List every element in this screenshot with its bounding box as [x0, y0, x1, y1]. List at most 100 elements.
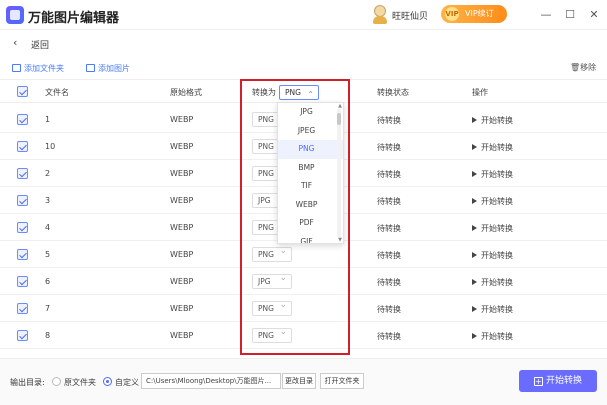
format-option[interactable]: WEBP	[278, 196, 343, 215]
row-checkbox[interactable]	[17, 249, 28, 260]
format-option[interactable]: PNG	[278, 140, 343, 159]
play-icon	[472, 306, 477, 312]
row-filename: 5	[45, 250, 51, 259]
remove-button[interactable]: 🗑移除	[570, 62, 596, 73]
row-start-button[interactable]: 开始转换	[472, 142, 513, 153]
select-all-checkbox[interactable]	[17, 86, 28, 97]
source-folder-radio[interactable]	[52, 377, 61, 386]
row-checkbox[interactable]	[17, 168, 28, 179]
format-option[interactable]: BMP	[278, 159, 343, 178]
row-filename: 7	[45, 304, 51, 313]
image-plus-icon	[86, 64, 95, 72]
back-arrow-icon[interactable]: ‹	[13, 36, 17, 49]
scroll-up-icon[interactable]: ▲	[338, 103, 342, 109]
row-status: 待转换	[377, 224, 401, 233]
row-status: 待转换	[377, 143, 401, 152]
table-row[interactable]: 7 WEBP PNG 待转换 开始转换	[0, 295, 607, 322]
output-dir-label: 输出目录:	[10, 378, 45, 387]
row-checkbox[interactable]	[17, 276, 28, 287]
username[interactable]: 旺旺仙贝	[392, 9, 428, 22]
convert-icon: +	[533, 377, 543, 386]
row-checkbox[interactable]	[17, 141, 28, 152]
row-filename: 10	[45, 142, 56, 151]
table-row[interactable]: 8 WEBP PNG 待转换 开始转换	[0, 322, 607, 349]
format-option[interactable]: TIF	[278, 177, 343, 196]
row-start-button[interactable]: 开始转换	[472, 277, 513, 288]
start-all-button[interactable]: + 开始转换	[519, 370, 597, 392]
row-orig-format: WEBP	[170, 196, 194, 205]
add-image-button[interactable]: 添加图片	[86, 62, 130, 76]
row-format-select[interactable]: PNG	[252, 326, 292, 343]
scroll-down-icon[interactable]: ▼	[338, 237, 342, 243]
change-dir-button[interactable]: 更改目录	[282, 373, 316, 389]
row-filename: 2	[45, 169, 51, 178]
convert-all-format-select[interactable]: PNG	[279, 85, 319, 101]
row-filename: 6	[45, 277, 51, 286]
row-orig-format: WEBP	[170, 169, 194, 178]
row-start-button[interactable]: 开始转换	[472, 250, 513, 261]
open-folder-button[interactable]: 打开文件夹	[320, 373, 364, 389]
row-start-button[interactable]: 开始转换	[472, 196, 513, 207]
col-status: 转换状态	[377, 88, 409, 97]
format-option[interactable]: PDF	[278, 214, 343, 233]
play-icon	[472, 333, 477, 339]
back-button[interactable]: 返回	[31, 38, 49, 51]
folder-plus-icon	[12, 64, 21, 72]
play-icon	[472, 225, 477, 231]
dropdown-scrollbar[interactable]	[337, 109, 341, 237]
row-checkbox[interactable]	[17, 114, 28, 125]
custom-folder-label[interactable]: 自定义	[115, 377, 139, 388]
custom-folder-radio[interactable]	[103, 377, 112, 386]
format-option[interactable]: GIF	[278, 233, 343, 244]
row-start-button[interactable]: 开始转换	[472, 169, 513, 180]
play-icon	[472, 279, 477, 285]
row-checkbox[interactable]	[17, 222, 28, 233]
user-avatar[interactable]	[371, 5, 389, 25]
row-start-button[interactable]: 开始转换	[472, 331, 513, 342]
output-path-input[interactable]: C:\Users\Mloong\Desktop\万能图片...	[141, 373, 281, 389]
table-row[interactable]: 5 WEBP PNG 待转换 开始转换	[0, 241, 607, 268]
play-icon	[472, 144, 477, 150]
row-orig-format: WEBP	[170, 250, 194, 259]
close-icon[interactable]: ✕	[585, 6, 603, 24]
minimize-icon[interactable]: —	[537, 6, 555, 24]
play-icon	[472, 171, 477, 177]
row-status: 待转换	[377, 170, 401, 179]
vip-crown-icon: VIP	[445, 7, 459, 21]
row-checkbox[interactable]	[17, 195, 28, 206]
row-orig-format: WEBP	[170, 223, 194, 232]
add-folder-button[interactable]: 添加文件夹	[12, 62, 64, 76]
row-status: 待转换	[377, 197, 401, 206]
format-option[interactable]: JPG	[278, 103, 343, 122]
row-status: 待转换	[377, 278, 401, 287]
row-filename: 3	[45, 196, 51, 205]
trash-icon: 🗑	[570, 63, 581, 72]
row-format-select[interactable]: PNG	[252, 245, 292, 262]
row-filename: 1	[45, 115, 51, 124]
row-filename: 8	[45, 331, 51, 340]
row-start-button[interactable]: 开始转换	[472, 115, 513, 126]
back-row: ‹ 返回	[0, 31, 607, 55]
row-checkbox[interactable]	[17, 330, 28, 341]
maximize-icon[interactable]: ☐	[561, 6, 579, 24]
dropdown-scroll-thumb[interactable]	[337, 113, 341, 125]
row-filename: 4	[45, 223, 51, 232]
format-dropdown-list: JPG JPEG PNG BMP TIF WEBP PDF GIF ▲ ▼	[277, 102, 344, 244]
row-start-button[interactable]: 开始转换	[472, 223, 513, 234]
format-option[interactable]: JPEG	[278, 122, 343, 141]
row-start-button[interactable]: 开始转换	[472, 304, 513, 315]
row-status: 待转换	[377, 116, 401, 125]
play-icon	[472, 252, 477, 258]
play-icon	[472, 117, 477, 123]
row-format-select[interactable]: PNG	[252, 299, 292, 316]
source-folder-label[interactable]: 原文件夹	[64, 377, 96, 388]
row-orig-format: WEBP	[170, 331, 194, 340]
title-bar: 万能图片编辑器 旺旺仙贝 VIP续订 VIP — ☐ ✕	[0, 0, 607, 30]
row-orig-format: WEBP	[170, 115, 194, 124]
row-orig-format: WEBP	[170, 304, 194, 313]
app-logo-icon	[6, 6, 24, 24]
row-checkbox[interactable]	[17, 303, 28, 314]
row-format-select[interactable]: JPG	[252, 272, 292, 289]
toolbar: 添加文件夹 添加图片	[0, 58, 607, 80]
table-row[interactable]: 6 WEBP JPG 待转换 开始转换	[0, 268, 607, 295]
